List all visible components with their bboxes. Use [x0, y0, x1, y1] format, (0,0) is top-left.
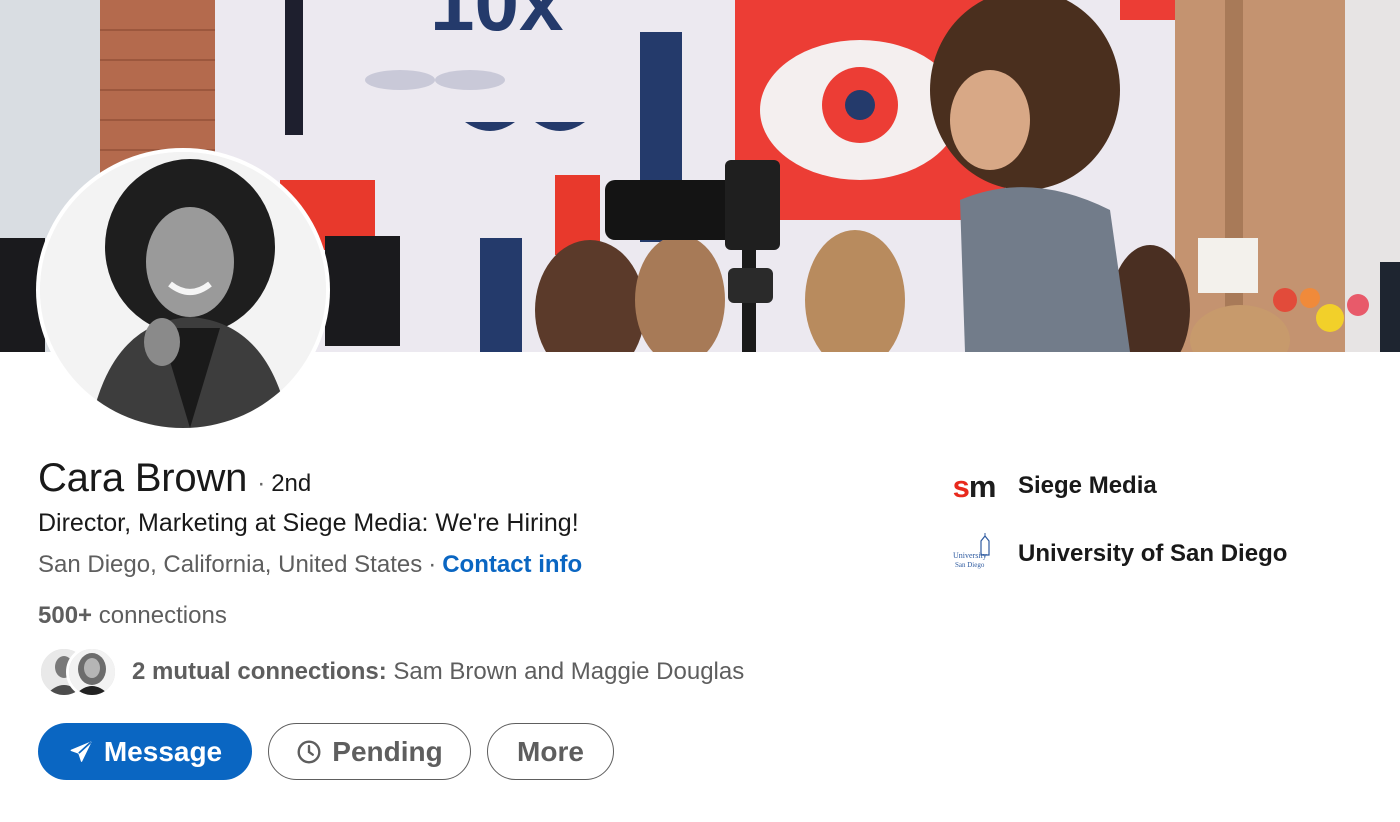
profile-headline: Director, Marketing at Siege Media: We'r… — [38, 509, 579, 537]
school-name: University of San Diego — [1018, 540, 1288, 567]
mutual-names: Sam Brown and Maggie Douglas — [393, 658, 745, 685]
more-label: More — [517, 735, 584, 767]
svg-text:San Diego: San Diego — [955, 561, 985, 569]
name-row: Cara Brown · 2nd — [38, 456, 311, 501]
connections-label: connections — [98, 602, 227, 629]
company-name: Siege Media — [1018, 472, 1157, 499]
education-school[interactable]: University San Diego University of San D… — [950, 530, 1287, 578]
profile-name: Cara Brown — [38, 456, 248, 500]
mutual-avatar-2 — [66, 646, 118, 698]
pending-button[interactable]: Pending — [268, 723, 471, 780]
send-icon — [68, 739, 94, 765]
profile-location: San Diego, California, United States — [38, 551, 423, 578]
mutual-label: 2 mutual connections: — [132, 658, 387, 685]
svg-text:10x: 10x — [430, 0, 563, 47]
mutual-avatars — [38, 646, 118, 698]
university-logo: University San Diego — [950, 530, 998, 578]
separator-dot: · — [428, 551, 437, 578]
connection-degree-value: 2nd — [271, 470, 312, 497]
siege-media-logo: sm — [952, 468, 997, 504]
connection-degree: · 2nd — [257, 470, 312, 497]
message-label: Message — [103, 735, 223, 767]
mutual-connections-text: 2 mutual connections: Sam Brown and Magg… — [132, 658, 744, 686]
mutual-connections[interactable]: 2 mutual connections: Sam Brown and Magg… — [38, 646, 744, 698]
clock-icon — [296, 739, 322, 765]
more-button[interactable]: More — [487, 723, 614, 780]
profile-avatar[interactable] — [36, 148, 330, 432]
avatar-photo — [40, 152, 326, 428]
current-company[interactable]: sm Siege Media — [950, 462, 1157, 510]
contact-info-link[interactable]: Contact info — [442, 551, 582, 578]
connections-count[interactable]: 500+ connections — [38, 602, 227, 630]
location-row: San Diego, California, United States · Con… — [38, 551, 582, 579]
connections-number: 500+ — [38, 602, 93, 629]
message-button[interactable]: Message — [38, 723, 252, 780]
pending-label: Pending — [332, 735, 443, 767]
profile-actions: Message Pending More — [38, 723, 614, 780]
